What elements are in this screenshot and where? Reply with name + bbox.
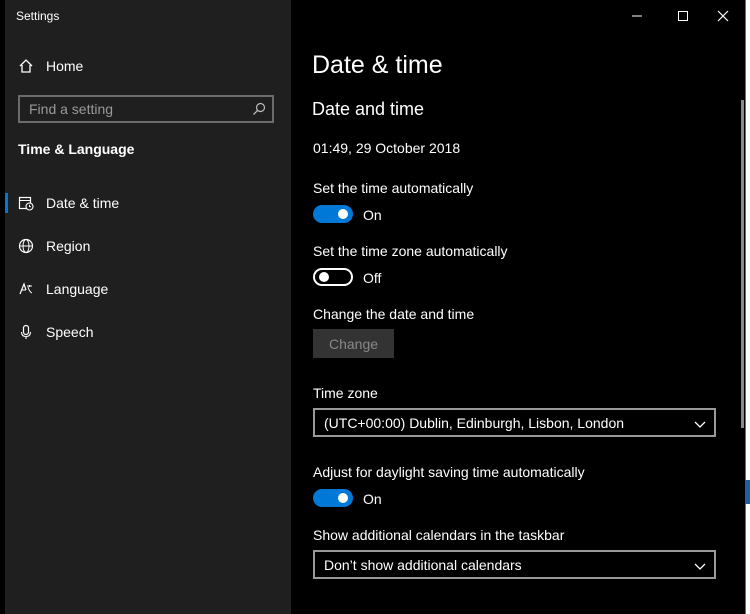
- page-title: Date & time: [312, 51, 443, 79]
- vertical-scrollbar[interactable]: [741, 100, 744, 428]
- sidebar-item-language[interactable]: Language: [0, 269, 286, 309]
- sidebar-section-title: Time & Language: [18, 141, 135, 157]
- time-zone-value: (UTC+00:00) Dublin, Edinburgh, Lisbon, L…: [324, 415, 625, 431]
- additional-calendars-dropdown[interactable]: Don’t show additional calendars: [313, 550, 716, 579]
- set-time-auto-state: On: [363, 207, 382, 223]
- maximize-icon: [678, 11, 688, 21]
- globe-icon: [18, 238, 34, 254]
- time-zone-dropdown[interactable]: (UTC+00:00) Dublin, Edinburgh, Lisbon, L…: [313, 408, 716, 437]
- calendar-clock-icon: [18, 195, 34, 211]
- additional-calendars-value: Don’t show additional calendars: [324, 557, 522, 573]
- change-datetime-label: Change the date and time: [313, 306, 475, 322]
- set-timezone-auto-label: Set the time zone automatically: [313, 243, 508, 259]
- additional-calendars-label: Show additional calendars in the taskbar: [313, 527, 565, 543]
- set-time-auto-toggle[interactable]: [313, 205, 353, 223]
- minimize-icon: [632, 15, 642, 17]
- microphone-icon: [18, 324, 34, 340]
- title-bar[interactable]: Settings: [0, 0, 745, 32]
- sidebar-item-region[interactable]: Region: [0, 226, 286, 266]
- toggle-knob: [319, 272, 329, 282]
- daylight-saving-toggle[interactable]: [313, 489, 353, 507]
- settings-window: Settings Home Find a setting Time & Lang…: [0, 0, 746, 614]
- search-placeholder: Find a setting: [29, 101, 114, 117]
- daylight-saving-state: On: [363, 491, 382, 507]
- close-button[interactable]: [700, 0, 746, 32]
- sidebar-item-label: Region: [46, 238, 91, 254]
- toggle-knob: [338, 209, 348, 219]
- sidebar-item-label: Speech: [46, 324, 94, 340]
- language-icon: [18, 281, 34, 297]
- search-icon: [252, 102, 266, 121]
- search-input[interactable]: Find a setting: [18, 95, 274, 123]
- set-timezone-auto-toggle[interactable]: [313, 268, 353, 286]
- time-zone-label: Time zone: [313, 385, 378, 401]
- toggle-knob: [338, 493, 348, 503]
- sidebar-item-label: Language: [46, 281, 109, 297]
- section-title: Date and time: [312, 99, 425, 119]
- sidebar-item-date-time[interactable]: Date & time: [0, 183, 286, 223]
- chevron-down-icon: [694, 559, 706, 577]
- current-datetime: 01:49, 29 October 2018: [313, 140, 461, 156]
- change-button[interactable]: Change: [313, 329, 394, 358]
- sidebar-item-speech[interactable]: Speech: [0, 312, 286, 352]
- set-timezone-auto-state: Off: [363, 270, 382, 286]
- background-window-strip: [745, 480, 750, 504]
- close-icon: [717, 10, 729, 22]
- sidebar-item-label: Home: [46, 58, 84, 74]
- sidebar-item-label: Date & time: [46, 195, 120, 211]
- window-title: Settings: [16, 9, 60, 23]
- minimize-button[interactable]: [614, 0, 660, 32]
- daylight-saving-label: Adjust for daylight saving time automati…: [313, 464, 585, 480]
- home-icon: [18, 58, 34, 74]
- sidebar-item-home[interactable]: Home: [0, 46, 286, 86]
- set-time-auto-label: Set the time automatically: [313, 180, 474, 196]
- chevron-down-icon: [694, 417, 706, 435]
